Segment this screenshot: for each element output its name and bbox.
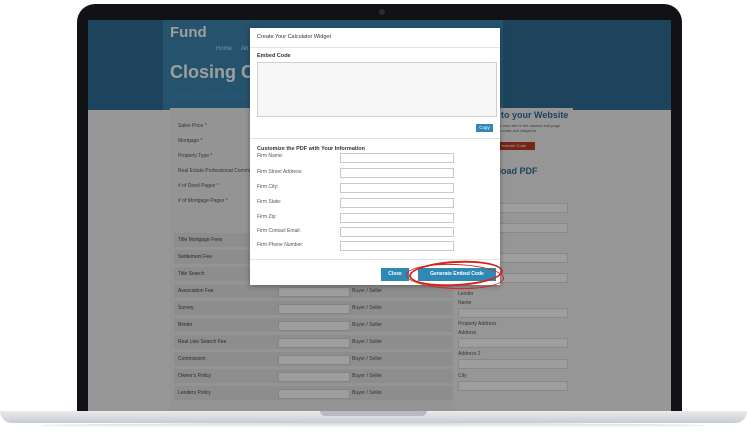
embed-code-textarea[interactable] <box>257 62 497 117</box>
firm-state-field[interactable] <box>340 198 454 208</box>
firm-city-label: Firm City: <box>257 184 279 190</box>
firm-street-address-field[interactable] <box>340 168 454 178</box>
copy-button[interactable]: Copy <box>476 124 493 132</box>
firm-name-field[interactable] <box>340 153 454 163</box>
embed-code-label: Embed Code <box>257 53 291 59</box>
firm-zip-label: Firm Zip: <box>257 214 277 220</box>
firm-phone-number-field[interactable] <box>340 241 454 251</box>
firm-name-label: Firm Name: <box>257 153 284 159</box>
customize-pdf-label: Customize the PDF with Your Information <box>257 146 365 152</box>
laptop-screen: Fund Home Ab Closing Costs Calculator > … <box>88 20 671 413</box>
firm-city-field[interactable] <box>340 183 454 193</box>
widget-modal: Create Your Calculator Widget Embed Code… <box>250 28 505 291</box>
divider <box>250 138 500 139</box>
modal-title: Create Your Calculator Widget <box>257 34 331 40</box>
firm-state-label: Firm State: <box>257 199 282 205</box>
close-button[interactable]: Close <box>381 268 409 281</box>
firm-zip-field[interactable] <box>340 213 454 223</box>
laptop-notch <box>320 411 427 416</box>
firm-street-address-label: Firm Street Address: <box>257 169 303 175</box>
camera-icon <box>379 9 385 15</box>
firm-contact-email-label: Firm Contact Email: <box>257 228 301 234</box>
firm-phone-number-label: Firm Phone Number: <box>257 242 304 248</box>
firm-contact-email-field[interactable] <box>340 227 454 237</box>
laptop-shadow <box>40 423 707 428</box>
divider <box>250 47 500 48</box>
